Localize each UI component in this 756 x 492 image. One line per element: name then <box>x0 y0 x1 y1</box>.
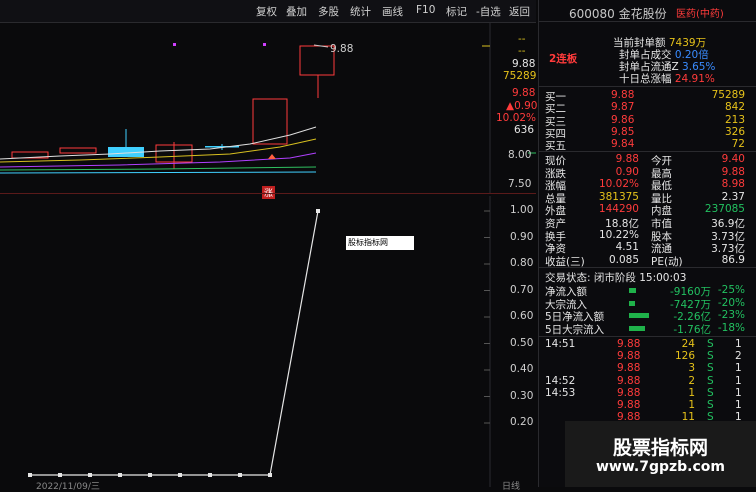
right-change: ▲0.90 <box>506 100 538 112</box>
right-volume: 75289 <box>503 70 537 82</box>
indicator-point <box>208 473 212 477</box>
flow-bar <box>629 288 636 293</box>
flow-bar <box>629 313 649 318</box>
toolbar-watchlist-button[interactable]: -自选 <box>476 4 501 19</box>
right-price-1: 9.88 <box>512 58 536 70</box>
chart-toolbar: 复权 叠加 多股 统计 画线 F10 标记 -自选 返回 <box>0 0 536 23</box>
flow-pct: -18% <box>717 321 745 334</box>
dash-label: -- <box>518 45 526 57</box>
ma-cyan-line <box>0 171 317 174</box>
watermark: 股票指标网 www.7gpzb.com <box>565 421 756 487</box>
indicator-y-tick: 0.60 <box>510 310 534 322</box>
indicator-point <box>58 473 62 477</box>
right-change-pct: 10.02% <box>496 112 537 124</box>
indicator-point <box>28 473 32 477</box>
toolbar-f10-button[interactable]: F10 <box>416 4 435 16</box>
toolbar-stats-button[interactable]: 统计 <box>350 4 371 19</box>
dash-label: -- <box>518 33 526 45</box>
toolbar-multi-stock-button[interactable]: 多股 <box>318 4 339 19</box>
flow-value: -1.76亿 <box>673 323 711 336</box>
kline-chart[interactable]: 9.88 -- -- 9.88 75289 9.88 ▲0.90 10.02% … <box>0 23 538 199</box>
toolbar-fuquan-button[interactable]: 复权 <box>256 4 277 19</box>
high-annotation-label: 9.88 <box>330 43 354 55</box>
toolbar-overlay-button[interactable]: 叠加 <box>286 4 307 19</box>
y-tick-750: 7.50 <box>508 178 532 190</box>
toolbar-mark-button[interactable]: 标记 <box>446 4 467 19</box>
indicator-point <box>238 473 242 477</box>
date-label: 2022/11/09/三 <box>36 482 100 492</box>
up-arrow-icon <box>268 154 276 159</box>
limit-up-candle <box>299 45 335 76</box>
toolbar-back-button[interactable]: 返回 <box>509 4 530 19</box>
quote-panel: 600080 金花股份 医药(中药) 2连板 当前封单额 7439万 封单占成交… <box>538 0 756 487</box>
sector-label[interactable]: 医药(中药) <box>676 5 756 20</box>
watermark-url: www.7gpzb.com <box>595 459 725 475</box>
right-value: 636 <box>514 124 535 136</box>
right-price-2: 9.88 <box>512 87 536 99</box>
indicator-point <box>178 473 182 477</box>
ma-purple-line <box>0 152 317 168</box>
indicator-chart[interactable]: 股标指标网 2022/11/09/三 日线 1.00 0.90 0.80 0.70 0.… <box>0 196 536 492</box>
indicator-point <box>88 473 92 477</box>
indicator-svg <box>28 196 491 487</box>
toolbar-draw-line-button[interactable]: 画线 <box>382 4 403 19</box>
indicator-point <box>148 473 152 477</box>
quote-value: 86.9 <box>721 253 745 266</box>
indicator-point <box>118 473 122 477</box>
flow-bar <box>629 300 635 306</box>
period-label: 日线 <box>502 482 521 492</box>
marker-dot <box>173 43 176 46</box>
indicator-y-tick: 0.20 <box>510 416 534 428</box>
indicator-y-tick: 0.40 <box>510 363 534 375</box>
ma-green-line <box>0 166 317 171</box>
indicator-point <box>268 473 272 477</box>
indicator-point <box>316 209 320 213</box>
marker-dot <box>263 43 266 46</box>
indicator-y-tick: 0.30 <box>510 389 534 402</box>
indicator-y-tick: 0.50 <box>510 336 534 349</box>
y-tick-800: 8.00 <box>508 149 532 161</box>
indicator-title: 股标指标网 <box>346 236 414 250</box>
candle <box>59 147 97 154</box>
indicator-y-tick: 0.90 <box>510 230 534 243</box>
kline-svg <box>0 23 536 193</box>
quote-value: 0.085 <box>608 253 639 266</box>
indicator-line <box>30 210 319 476</box>
indicator-y-tick: 0.80 <box>510 257 534 269</box>
ten-day-label: 十日总涨幅 <box>619 73 672 85</box>
watermark-title: 股票指标网 <box>612 437 708 459</box>
ten-day-value: 24.91% <box>674 73 715 85</box>
trade-status: 交易状态: 闭市阶段 15:00:03 <box>545 272 687 284</box>
ma-white-line <box>0 126 317 160</box>
indicator-y-tick: 1.00 <box>510 204 534 216</box>
chart-divider <box>0 193 536 194</box>
indicator-y-tick: 0.70 <box>510 283 534 296</box>
flow-bar <box>629 325 645 331</box>
